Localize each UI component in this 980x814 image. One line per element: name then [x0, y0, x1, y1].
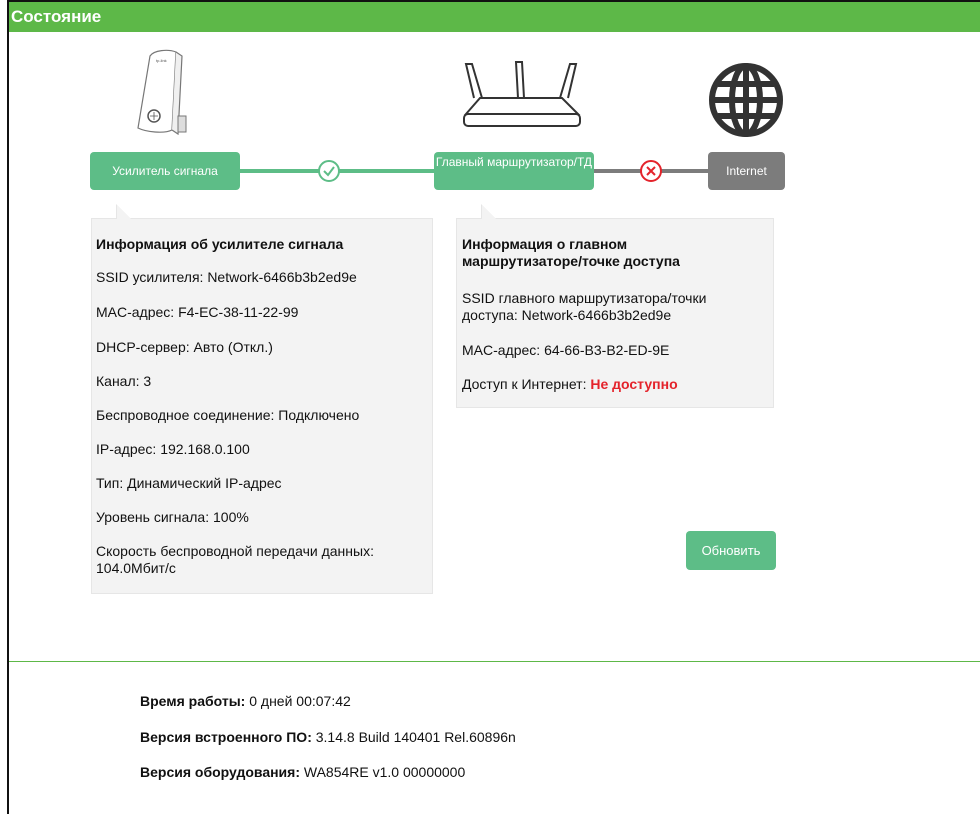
router-device-icon: [463, 61, 581, 127]
hardware-row: Версия оборудования: WA854RE v1.0 000000…: [140, 764, 465, 780]
internet-step: Internet: [708, 152, 785, 190]
router-info-title-line1: Информация о главном: [462, 236, 628, 252]
check-circle-icon: [318, 160, 340, 182]
svg-text:tp-link: tp-link: [156, 58, 167, 63]
firmware-row: Версия встроенного ПО: 3.14.8 Build 1404…: [140, 729, 516, 745]
extender-mac: MAC-адрес: F4-EC-38-11-22-99: [96, 304, 299, 320]
panel-notch-fill: [482, 205, 496, 219]
internet-step-label: Internet: [726, 164, 767, 178]
router-step: Главный маршрутизатор/ТД: [434, 152, 594, 190]
uptime-row: Время работы: 0 дней 00:07:42: [140, 693, 351, 709]
extender-channel: Канал: 3: [96, 373, 152, 389]
extender-speed-line2: 104.0Мбит/с: [96, 560, 176, 576]
extender-dhcp: DHCP-сервер: Авто (Откл.): [96, 339, 273, 355]
extender-speed-line1: Скорость беспроводной передачи данных:: [96, 543, 374, 559]
extender-ip: IP-адрес: 192.168.0.100: [96, 441, 250, 457]
extender-device-icon: tp-link: [137, 49, 187, 136]
hardware-label: Версия оборудования:: [140, 764, 300, 780]
hardware-value: WA854RE v1.0 00000000: [300, 764, 466, 780]
router-mac: MAC-адрес: 64-66-B3-B2-ED-9E: [462, 342, 670, 358]
router-info-panel: Информация о главном маршрутизаторе/точк…: [456, 204, 774, 408]
globe-icon: [709, 63, 783, 137]
uptime-label: Время работы:: [140, 693, 246, 709]
router-step-label: Главный маршрутизатор/ТД: [435, 155, 593, 169]
page-title: Состояние: [9, 2, 980, 32]
extender-type: Тип: Динамический IP-адрес: [96, 475, 282, 491]
extender-ssid: SSID усилителя: Network-6466b3b2ed9e: [96, 269, 357, 285]
router-internet-access: Доступ к Интернет: Не доступно: [462, 376, 678, 393]
router-internet-status: Не доступно: [590, 376, 678, 392]
extender-info-title: Информация об усилителе сигнала: [96, 236, 344, 252]
firmware-label: Версия встроенного ПО:: [140, 729, 312, 745]
router-ssid-line2: доступа: Network-6466b3b2ed9e: [462, 307, 672, 323]
extender-info-panel: Информация об усилителе сигнала SSID уси…: [91, 204, 433, 594]
extender-wireless: Беспроводное соединение: Подключено: [96, 407, 360, 423]
x-circle-icon: [640, 160, 662, 182]
extender-step: Усилитель сигнала: [90, 152, 240, 190]
refresh-button[interactable]: Обновить: [686, 531, 776, 570]
router-info-title-line2: маршрутизаторе/точке доступа: [462, 253, 680, 269]
router-internet-label: Доступ к Интернет:: [462, 376, 591, 392]
extender-signal: Уровень сигнала: 100%: [96, 509, 249, 525]
firmware-value: 3.14.8 Build 140401 Rel.60896n: [311, 729, 516, 745]
router-ssid-line1: SSID главного маршрутизатора/точки: [462, 290, 707, 306]
panel-notch-fill: [117, 205, 131, 219]
footer-divider: [9, 661, 980, 662]
refresh-button-label: Обновить: [701, 543, 761, 558]
uptime-value: 0 дней 00:07:42: [245, 693, 351, 709]
extender-step-label: Усилитель сигнала: [112, 164, 218, 178]
